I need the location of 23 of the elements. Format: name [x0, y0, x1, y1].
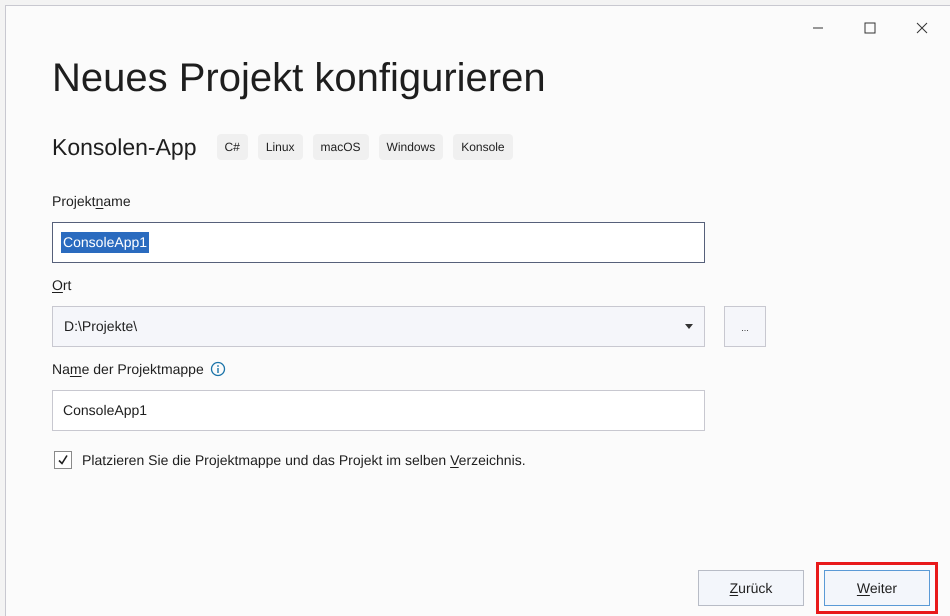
maximize-icon[interactable]	[864, 22, 876, 34]
tag: Linux	[258, 134, 303, 160]
back-button[interactable]: Zurück	[698, 570, 804, 606]
template-name: Konsolen-App	[52, 133, 196, 162]
location-dropdown[interactable]: D:\Projekte\	[52, 306, 705, 346]
next-button[interactable]: Weiter	[824, 570, 930, 606]
tag: Konsole	[453, 134, 513, 160]
field-label: Name der Projektmappe	[52, 360, 204, 379]
field-label: Projektname	[52, 192, 131, 211]
tag: Windows	[378, 134, 444, 160]
info-icon[interactable]	[210, 361, 226, 377]
dialog-title: Neues Projekt konfigurieren	[52, 55, 546, 102]
check-icon	[57, 454, 69, 466]
text-field[interactable]: ConsoleApp1	[52, 222, 705, 262]
field-label: Ort	[52, 276, 72, 294]
checkbox[interactable]	[54, 451, 72, 469]
text-field[interactable]: ConsoleApp1	[52, 390, 705, 430]
tag: macOS	[312, 134, 369, 160]
browse-button[interactable]: ...	[724, 306, 766, 346]
checkbox-label: Platzieren Sie die Projektmappe und das Projekt im selben Verzeichnis.	[82, 450, 526, 470]
tag: C#	[216, 134, 248, 160]
caret-icon	[685, 324, 693, 328]
close-icon[interactable]	[916, 22, 928, 34]
